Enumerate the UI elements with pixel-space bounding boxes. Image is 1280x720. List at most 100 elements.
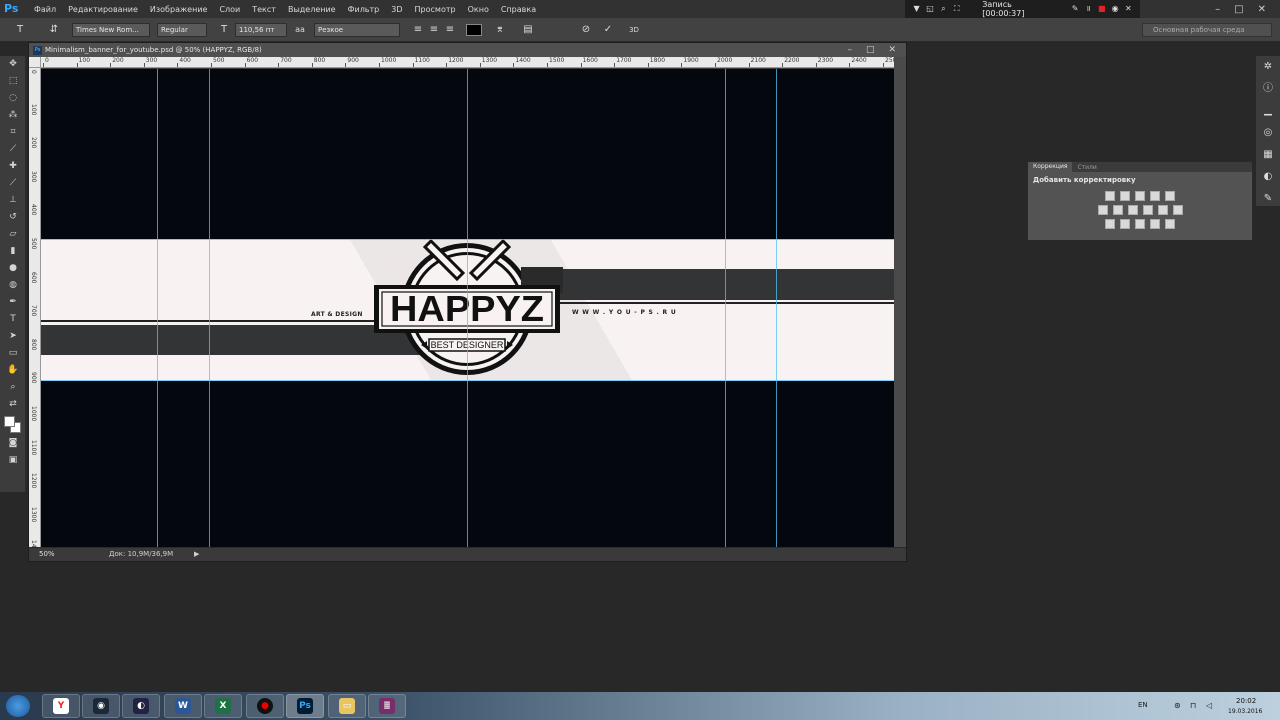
gradient-map-icon[interactable] bbox=[1150, 219, 1160, 229]
clock-time[interactable]: 20:02 bbox=[1236, 697, 1256, 705]
menu-file[interactable]: Файл bbox=[28, 5, 62, 14]
character-panel-icon[interactable]: ▤ bbox=[522, 24, 534, 36]
type-tool-icon[interactable]: T bbox=[14, 24, 26, 36]
path-select-tool-icon[interactable]: ➤ bbox=[0, 328, 26, 345]
brush-tool-icon[interactable]: ⟋ bbox=[0, 175, 26, 192]
menu-window[interactable]: Окно bbox=[462, 5, 495, 14]
antialias-select[interactable]: Резкое bbox=[314, 23, 400, 37]
doc-minimize-icon[interactable]: – bbox=[847, 45, 852, 55]
cancel-edit-icon[interactable]: ⊘ bbox=[580, 24, 592, 36]
histogram-icon[interactable]: ▁ bbox=[1256, 100, 1280, 122]
menu-filter[interactable]: Фильтр bbox=[342, 5, 386, 14]
styles-icon[interactable]: ✎ bbox=[1256, 188, 1280, 210]
shape-tool-icon[interactable]: ▭ bbox=[0, 345, 26, 362]
marquee-tool-icon[interactable]: ⬚ bbox=[0, 73, 26, 90]
menu-view[interactable]: Просмотр bbox=[409, 5, 462, 14]
fullscreen-icon[interactable]: ⛶ bbox=[953, 5, 960, 13]
canvas[interactable]: ART & DESIGN W W W . Y O U - P S . R U H… bbox=[41, 69, 894, 549]
taskbar-yandex[interactable]: Y bbox=[42, 694, 80, 718]
workspace-select[interactable]: Основная рабочая среда bbox=[1142, 23, 1272, 37]
horizontal-ruler[interactable]: 0 100 200 300 400 500 600 700 800 900 1000 1100 1200… bbox=[41, 57, 894, 68]
swap-colors-icon[interactable]: ⇄ bbox=[0, 396, 26, 413]
art-design-text[interactable]: ART & DESIGN bbox=[311, 311, 363, 318]
color-picker[interactable] bbox=[0, 413, 26, 435]
3d-icon[interactable]: 3D bbox=[628, 24, 640, 36]
hand-tool-icon[interactable]: ✋ bbox=[0, 362, 26, 379]
threshold-icon[interactable] bbox=[1135, 219, 1145, 229]
swatches-icon[interactable]: ▦ bbox=[1256, 144, 1280, 166]
selective-color-icon[interactable] bbox=[1165, 219, 1175, 229]
guide-horizontal[interactable] bbox=[41, 239, 894, 240]
gradient-tool-icon[interactable]: ▮ bbox=[0, 243, 26, 260]
info-icon[interactable]: ⓘ bbox=[1256, 78, 1280, 100]
taskbar-media[interactable]: ◐ bbox=[122, 694, 160, 718]
text-color-swatch[interactable] bbox=[466, 24, 482, 36]
maximize-icon[interactable]: □ bbox=[1234, 4, 1243, 15]
font-family-select[interactable]: Times New Rom... bbox=[72, 23, 150, 37]
menu-image[interactable]: Изображение bbox=[144, 5, 214, 14]
status-menu-icon[interactable]: ▶ bbox=[194, 550, 199, 558]
vibrance-icon[interactable] bbox=[1165, 191, 1175, 201]
zoom-level[interactable]: 50% bbox=[39, 550, 55, 558]
doc-close-icon[interactable]: ✕ bbox=[888, 45, 896, 55]
language-indicator[interactable]: EN bbox=[1138, 701, 1148, 709]
guide-vertical[interactable] bbox=[157, 69, 158, 549]
tray-app-icon[interactable]: ⊛ bbox=[1174, 701, 1181, 710]
pen-tool-icon[interactable]: ✒ bbox=[0, 294, 26, 311]
tray-network-icon[interactable]: ⊓ bbox=[1190, 701, 1196, 710]
guide-vertical[interactable] bbox=[467, 69, 468, 549]
warp-text-icon[interactable]: ⌆ bbox=[494, 24, 506, 36]
eraser-tool-icon[interactable]: ▱ bbox=[0, 226, 26, 243]
document-tab[interactable]: Ps Minimalism_banner_for_youtube.psd @ 5… bbox=[29, 43, 906, 57]
align-left-icon[interactable]: ≡ bbox=[412, 24, 424, 36]
menu-3d[interactable]: 3D bbox=[385, 5, 408, 14]
history-brush-tool-icon[interactable]: ↺ bbox=[0, 209, 26, 226]
tab-styles[interactable]: Стили bbox=[1072, 164, 1101, 171]
eyedropper-tool-icon[interactable]: ⟋ bbox=[0, 141, 26, 158]
guide-vertical[interactable] bbox=[209, 69, 210, 549]
adjustments-icon[interactable]: ◐ bbox=[1256, 166, 1280, 188]
lasso-tool-icon[interactable]: ◌ bbox=[0, 90, 26, 107]
font-size-field[interactable]: 110,56 пт bbox=[235, 23, 287, 37]
camera-icon[interactable]: ◉ bbox=[1112, 5, 1119, 13]
menu-edit[interactable]: Редактирование bbox=[62, 5, 144, 14]
healing-tool-icon[interactable]: ✚ bbox=[0, 158, 26, 175]
pen-icon[interactable]: ✎ bbox=[1071, 5, 1079, 13]
taskbar-excel[interactable]: X bbox=[204, 694, 242, 718]
minimize-icon[interactable]: – bbox=[1215, 4, 1220, 15]
menu-type[interactable]: Текст bbox=[246, 5, 282, 14]
taskbar-steam[interactable]: ◉ bbox=[82, 694, 120, 718]
quick-mask-icon[interactable]: ◙ bbox=[0, 435, 26, 452]
text-orientation-icon[interactable]: ⇵ bbox=[48, 24, 60, 36]
vertical-ruler[interactable]: 0 100 200 300 400 500 600 700 800 900 1000 1100 1200… bbox=[29, 68, 41, 548]
vertical-scrollbar[interactable] bbox=[894, 57, 906, 548]
zoom-icon[interactable]: ⌕ bbox=[940, 5, 947, 13]
curves-icon[interactable] bbox=[1135, 191, 1145, 201]
taskbar-recorder[interactable]: ● bbox=[246, 694, 284, 718]
posterize-icon[interactable] bbox=[1120, 219, 1130, 229]
clock-date[interactable]: 19.03.2016 bbox=[1228, 708, 1262, 715]
tab-adjustments[interactable]: Коррекция bbox=[1028, 162, 1073, 172]
font-style-select[interactable]: Regular bbox=[157, 23, 207, 37]
exposure-icon[interactable] bbox=[1150, 191, 1160, 201]
menu-select[interactable]: Выделение bbox=[282, 5, 342, 14]
brightness-icon[interactable] bbox=[1105, 191, 1115, 201]
move-tool-icon[interactable]: ✥ bbox=[0, 56, 26, 73]
zoom-tool-icon[interactable]: ⌕ bbox=[0, 379, 26, 396]
menu-layers[interactable]: Слои bbox=[213, 5, 246, 14]
navigator-icon[interactable]: ◎ bbox=[1256, 122, 1280, 144]
crop-tool-icon[interactable]: ⌗ bbox=[0, 124, 26, 141]
tray-volume-icon[interactable]: ◁ bbox=[1206, 701, 1212, 710]
quick-select-tool-icon[interactable]: ⁂ bbox=[0, 107, 26, 124]
menu-help[interactable]: Справка bbox=[495, 5, 542, 14]
taskbar-photoshop[interactable]: Ps bbox=[286, 694, 324, 718]
commit-edit-icon[interactable]: ✓ bbox=[602, 24, 614, 36]
align-center-icon[interactable]: ≡ bbox=[428, 24, 440, 36]
dodge-tool-icon[interactable]: ◍ bbox=[0, 277, 26, 294]
window-icon[interactable]: ◱ bbox=[926, 5, 934, 13]
screen-mode-icon[interactable]: ▣ bbox=[0, 452, 26, 469]
black-white-icon[interactable] bbox=[1127, 205, 1138, 215]
color-lookup-icon[interactable] bbox=[1172, 205, 1183, 215]
taskbar-explorer[interactable]: ▭ bbox=[328, 694, 366, 718]
photo-filter-icon[interactable] bbox=[1142, 205, 1153, 215]
